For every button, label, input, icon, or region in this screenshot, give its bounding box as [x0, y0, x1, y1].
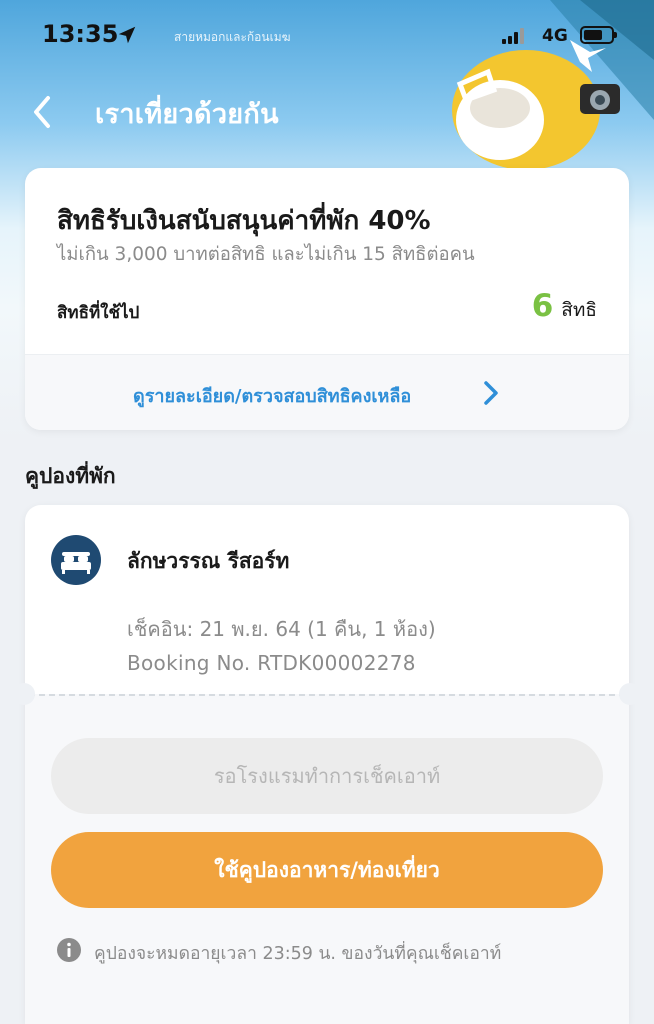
page-title: เราเที่ยวด้วยกัน: [95, 99, 279, 130]
status-bar: 13:35 สายหมอกและก้อนเมฆ 4G: [0, 0, 654, 72]
status-ticker: สายหมอกและก้อนเมฆ: [174, 30, 291, 44]
bed-icon: [61, 552, 91, 574]
entitlement-title: สิทธิรับเงินสนับสนุนค่าที่พัก 40%: [57, 206, 431, 236]
chevron-right-icon[interactable]: [480, 377, 502, 409]
perforation-divider: [29, 694, 625, 696]
ticket-notch-left: [13, 683, 35, 705]
coupon-card: ลักษวรรณ รีสอร์ท เช็คอิน: 21 พ.ย. 64 (1 …: [13, 505, 641, 1024]
awaiting-checkout-button: รอโรงแรมทำการเช็คเอาท์: [51, 738, 603, 814]
used-rights-label: สิทธิที่ใช้ไป: [57, 303, 140, 323]
location-arrow-icon: [118, 26, 136, 44]
clock: 13:35: [42, 20, 119, 48]
hotel-avatar: [51, 535, 101, 585]
details-link[interactable]: ดูรายละเอียด/ตรวจสอบสิทธิคงเหลือ: [133, 381, 411, 410]
network-type: 4G: [542, 26, 568, 46]
used-rights-number: 6: [531, 288, 554, 324]
used-rights-count: 6 สิทธิ: [532, 288, 597, 325]
ticket-notch-right: [619, 683, 641, 705]
info-icon: [57, 938, 81, 962]
checkin-info: เช็คอิน: 21 พ.ย. 64 (1 คืน, 1 ห้อง): [127, 617, 436, 641]
back-chevron-icon[interactable]: [28, 92, 58, 132]
hotel-name: ลักษวรรณ รีสอร์ท: [127, 549, 290, 573]
entitlement-subtitle: ไม่เกิน 3,000 บาทต่อสิทธิ และไม่เกิน 15 …: [57, 244, 475, 265]
battery-icon: [580, 26, 617, 44]
expiry-note: คูปองจะหมดอายุเวลา 23:59 น. ของวันที่คุณ…: [94, 944, 502, 964]
entitlement-card: สิทธิรับเงินสนับสนุนค่าที่พัก 40% ไม่เกิ…: [25, 168, 629, 430]
section-title: คูปองที่พัก: [25, 464, 116, 488]
used-rights-unit: สิทธิ: [561, 299, 597, 321]
signal-strength-icon: [502, 28, 524, 44]
use-coupon-button[interactable]: ใช้คูปองอาหาร/ท่องเที่ยว: [51, 832, 603, 908]
booking-number: Booking No. RTDK00002278: [127, 651, 416, 675]
details-link-row[interactable]: ดูรายละเอียด/ตรวจสอบสิทธิคงเหลือ: [25, 354, 629, 430]
